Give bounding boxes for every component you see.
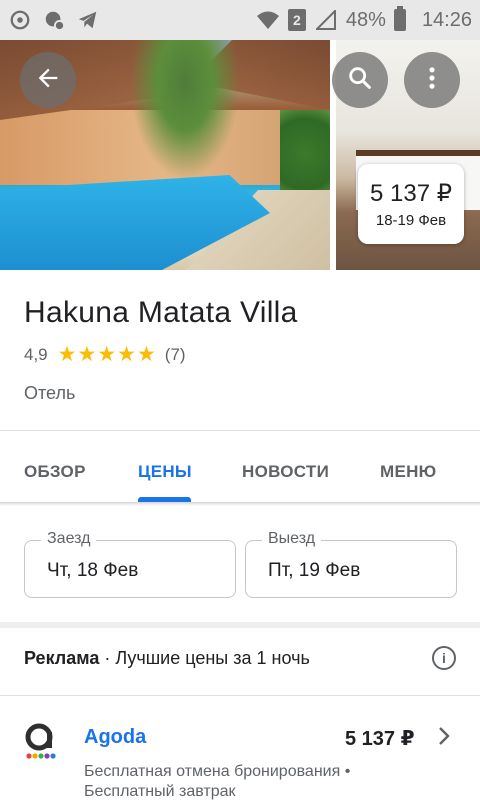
offer-price: 5 137 ₽ [345,728,415,750]
section-divider [0,622,480,628]
telegram-icon [76,8,100,32]
rating-row[interactable]: 4,9 ★ ★ ★ ★ ★ (7) [24,344,186,365]
star-icon: ★ [117,343,136,366]
star-icon: ★ [97,343,117,366]
clock: 14:26 [421,8,472,31]
rating-value: 4,9 [24,344,48,364]
battery-icon [393,6,406,31]
sync-icon [8,8,32,32]
checkout-label: Выезд [262,530,322,548]
ad-label: Реклама [24,648,100,668]
tab-prices[interactable]: ЦЕНЫ [138,462,192,482]
ad-separator: · [99,648,116,668]
checkout-value: Пт, 19 Фев [268,560,361,581]
offer-provider[interactable]: Agoda [84,726,146,749]
tab-menu[interactable]: МЕНЮ [380,462,437,482]
star-icon: ★ [136,343,156,366]
back-button[interactable] [20,52,76,108]
tab-overview[interactable]: ОБЗОР [24,462,86,482]
tab-bar: ОБЗОР ЦЕНЫ НОВОСТИ МЕНЮ [0,446,480,502]
checkout-field[interactable]: Выезд Пт, 19 Фев [245,530,457,598]
agoda-logo-icon [24,722,58,762]
offer-row[interactable]: Agoda 5 137 ₽ Бесплатная отмена брониров… [0,700,480,800]
offer-desc-line1: Бесплатная отмена бронирования • [84,763,351,780]
star-icon: ★ [57,343,77,366]
info-icon[interactable]: i [432,646,456,670]
search-button[interactable] [332,52,388,108]
checkin-value: Чт, 18 Фев [47,560,139,581]
battery-percent: 48% [345,8,386,31]
ad-text: Лучшие цены за 1 ночь [115,648,310,668]
hotel-name: Hakuna Matata Villa [24,296,298,329]
more-vert-icon [418,64,446,97]
wifi-icon [256,8,280,32]
star-icon: ★ [77,343,97,366]
offer-desc-line2: Бесплатный завтрак [84,783,236,800]
price-badge[interactable]: 5 137 ₽ 18-19 Фев [358,164,464,244]
rating-stars: ★ ★ ★ ★ ★ [58,344,157,365]
status-bar: 2 48% 14:26 [0,0,480,40]
ad-header: Реклама · Лучшие цены за 1 ночь i [24,646,464,670]
badge-dates: 18-19 Фев [375,212,447,229]
chevron-right-icon[interactable] [434,724,454,748]
offer-description: Бесплатная отмена бронирования • Бесплат… [84,762,350,800]
back-arrow-icon [34,64,62,97]
hero-gallery[interactable]: 5 137 ₽ 18-19 Фев [0,40,480,270]
tab-shadow [0,502,480,506]
checkin-label: Заезд [41,530,97,548]
divider [0,430,480,431]
divider [0,695,480,696]
review-count: (7) [164,344,186,364]
sim-2-indicator: 2 [287,9,306,31]
more-options-button[interactable] [404,52,460,108]
checkin-field[interactable]: Заезд Чт, 18 Фев [24,530,236,598]
settings-notify-icon [42,8,66,32]
tab-news[interactable]: НОВОСТИ [242,462,329,482]
search-icon [346,64,374,97]
signal-icon [314,8,338,32]
hotel-category: Отель [24,383,76,403]
badge-price: 5 137 ₽ [370,180,452,207]
